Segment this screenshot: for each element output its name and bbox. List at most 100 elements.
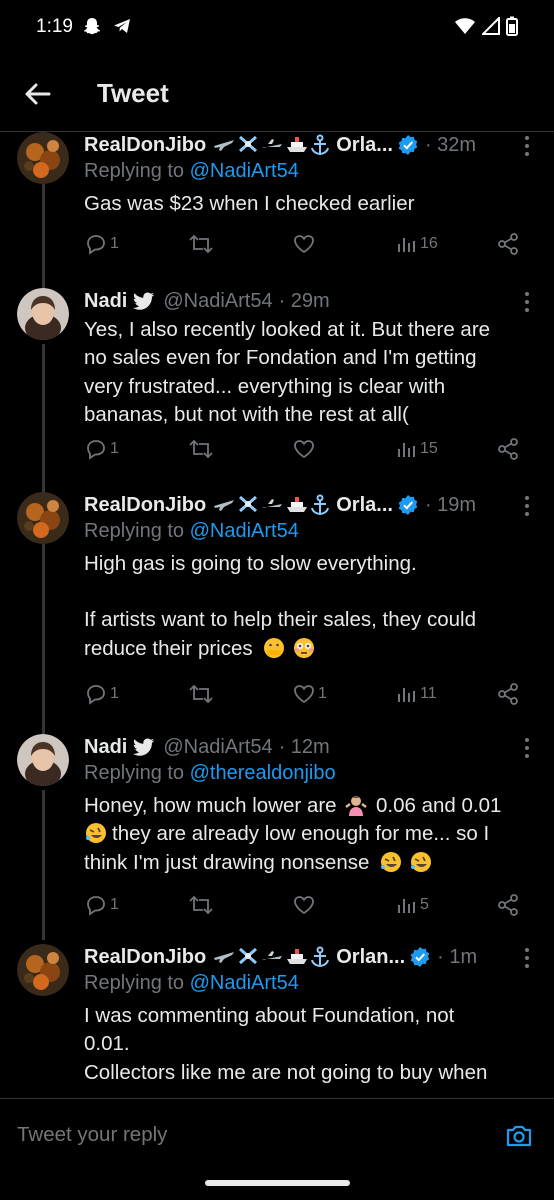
back-arrow-icon[interactable] [22, 78, 54, 110]
signal-icon [482, 17, 500, 35]
twitter-blue-bird-icon [133, 738, 155, 756]
home-indicator[interactable] [205, 1180, 350, 1186]
person-shrugging-emoji-icon [345, 795, 368, 816]
tweet-time: · 19m [424, 493, 477, 516]
views-button[interactable]: 16 [396, 230, 438, 258]
tweet-actions: 1 16 [84, 230, 524, 258]
avatar[interactable] [17, 492, 69, 544]
reply-icon [87, 685, 105, 705]
share-icon [498, 894, 518, 916]
mention-link[interactable]: @NadiArt54 [190, 520, 299, 542]
avatar[interactable] [17, 288, 69, 340]
author-handle[interactable]: @NadiArt54 [163, 736, 272, 759]
tweet[interactable]: RealDonJibo Orlan... · 1m Replying to @N… [0, 944, 554, 1098]
reply-icon [87, 440, 105, 460]
twitter-blue-bird-icon [133, 292, 155, 310]
tweet[interactable]: RealDonJibo Orla... · 32m Replying to @N… [0, 132, 554, 282]
rofl-emoji-icon [410, 851, 431, 872]
tweet[interactable]: Nadi @NadiArt54 · 12m Replying to @there… [0, 734, 554, 934]
mention-link[interactable]: @NadiArt54 [190, 160, 299, 182]
retweet-button[interactable] [188, 435, 216, 463]
reply-button[interactable]: 1 [84, 891, 119, 919]
tweet-text: Gas was $23 when I checked earlier [84, 192, 415, 215]
reply-button[interactable]: 1 [84, 680, 119, 708]
wifi-icon [455, 18, 475, 34]
verified-badge-icon [398, 135, 418, 155]
verified-badge-icon [410, 947, 430, 967]
status-time: 1:19 [36, 16, 73, 37]
author-name[interactable]: Nadi [84, 290, 127, 313]
heart-icon [294, 235, 314, 254]
share-icon [498, 438, 518, 460]
telegram-icon [114, 19, 130, 33]
avatar[interactable] [17, 734, 69, 786]
heart-icon [294, 896, 314, 915]
author-name[interactable]: RealDonJibo [84, 134, 206, 157]
tweet-time: · 32m [424, 133, 477, 156]
more-options-icon[interactable] [522, 946, 532, 970]
like-button[interactable] [292, 435, 318, 463]
more-options-icon[interactable] [522, 290, 532, 314]
reply-button[interactable]: 1 [84, 230, 119, 258]
views-button[interactable]: 5 [396, 891, 429, 919]
tweet-time: · 29m [278, 289, 330, 312]
mention-link[interactable]: @NadiArt54 [190, 972, 299, 994]
retweet-icon [189, 234, 213, 254]
author-name[interactable]: RealDonJibo [84, 494, 206, 517]
author-name[interactable]: Nadi [84, 736, 127, 759]
share-button[interactable] [496, 680, 520, 708]
rofl-emoji-icon [86, 823, 106, 844]
like-button[interactable] [292, 891, 318, 919]
views-icon [398, 899, 415, 913]
mention-link[interactable]: @therealdonjibo [190, 762, 336, 784]
more-options-icon[interactable] [522, 494, 532, 518]
status-bar: 1:19 [0, 0, 554, 56]
avatar[interactable] [17, 944, 69, 996]
retweet-icon [189, 439, 213, 459]
camera-icon[interactable] [504, 1121, 534, 1151]
reply-input[interactable] [17, 1123, 477, 1147]
tweet[interactable]: Nadi @NadiArt54 · 29m Yes, I also recent… [0, 288, 554, 488]
reply-button[interactable]: 1 [84, 435, 119, 463]
retweet-button[interactable] [188, 680, 216, 708]
name-emoji-icons [212, 134, 330, 156]
name-emoji-icons [212, 494, 330, 516]
more-options-icon[interactable] [522, 134, 532, 158]
avatar[interactable] [17, 132, 69, 184]
views-icon [398, 688, 415, 702]
like-button[interactable]: 1 [292, 680, 327, 708]
tweet-time: · 1m [437, 945, 478, 968]
rofl-emoji-icon [381, 851, 402, 872]
battery-icon [506, 16, 518, 36]
tweet-actions: 1 5 [84, 891, 524, 919]
header: Tweet [0, 56, 554, 132]
tweet[interactable]: RealDonJibo Orla... · 19m Replying to @N… [0, 492, 554, 732]
retweet-button[interactable] [188, 230, 216, 258]
author-name[interactable]: RealDonJibo [84, 946, 206, 969]
tweet-text: Yes, I also recently looked at it. But t… [84, 318, 491, 426]
heart-icon [294, 440, 314, 459]
author-location: Orlan... [336, 945, 406, 968]
share-button[interactable] [496, 891, 520, 919]
name-emoji-icons [212, 946, 330, 968]
author-location: Orla... [336, 493, 393, 516]
replying-to: Replying to @NadiArt54 [84, 160, 299, 182]
share-button[interactable] [496, 230, 520, 258]
reply-icon [87, 896, 105, 916]
heart-icon [294, 685, 314, 704]
retweet-icon [189, 684, 213, 704]
tweet-actions: 1 15 [84, 435, 524, 463]
more-options-icon[interactable] [522, 736, 532, 760]
views-button[interactable]: 15 [396, 435, 438, 463]
retweet-button[interactable] [188, 891, 216, 919]
like-button[interactable] [292, 230, 318, 258]
verified-badge-icon [398, 495, 418, 515]
tweet-feed[interactable]: RealDonJibo Orla... · 32m Replying to @N… [0, 132, 554, 1098]
views-button[interactable]: 11 [396, 680, 437, 708]
share-button[interactable] [496, 435, 520, 463]
author-handle[interactable]: @NadiArt54 [163, 290, 272, 313]
replying-to: Replying to @NadiArt54 [84, 520, 299, 542]
snapchat-icon [84, 18, 100, 35]
author-location: Orla... [336, 133, 393, 156]
tweet-text: I was commenting about Foundation, not 0… [84, 1004, 488, 1084]
